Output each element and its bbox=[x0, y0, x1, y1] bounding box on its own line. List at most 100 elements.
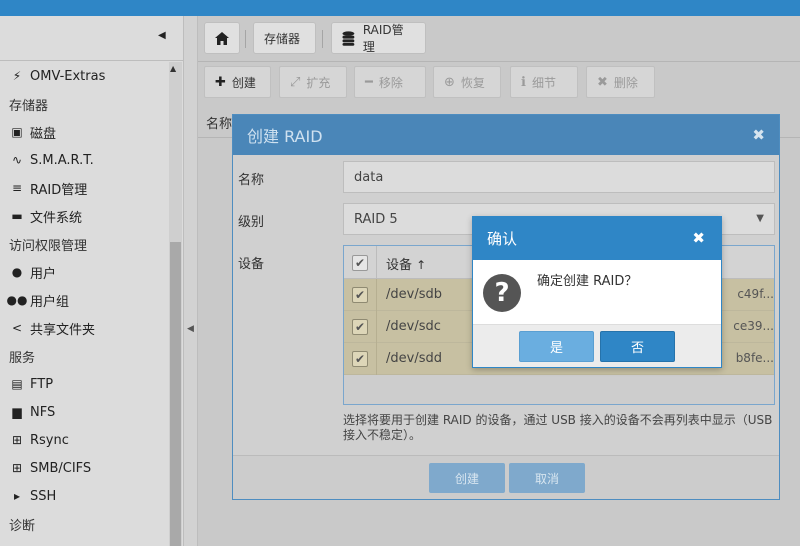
no-button-label: 否 bbox=[630, 341, 644, 356]
info-icon: ℹ bbox=[521, 74, 526, 90]
sidebar-item-raid[interactable]: ≡ RAID管理 bbox=[0, 174, 168, 202]
sidebar-item-s-m-a-r-t[interactable]: ∿ S.M.A.R.T. bbox=[0, 146, 168, 174]
remove-button-label: 移除 bbox=[378, 75, 403, 90]
confirm-body: ? 确定创建 RAID？ bbox=[473, 260, 721, 324]
column-divider bbox=[376, 246, 377, 279]
devices-hint: 选择将要用于创建 RAID 的设备，通过 USB 接入的设备不会再列表中显示（U… bbox=[343, 413, 773, 442]
sidebar-scrollbar[interactable]: ▲ bbox=[169, 62, 182, 546]
confirm-message: 确定创建 RAID？ bbox=[537, 274, 638, 289]
detail-button[interactable]: ℹ 细节 bbox=[510, 66, 578, 98]
sidebar-item-smb-cifs[interactable]: ⊞ SMB/CIFS bbox=[0, 454, 168, 482]
chevron-left-icon[interactable]: ◀ bbox=[158, 30, 166, 41]
server-icon: ▤ bbox=[11, 377, 23, 391]
users-icon: ●● bbox=[6, 293, 28, 307]
disk-icon: ▣ bbox=[11, 125, 23, 139]
column-divider bbox=[376, 343, 377, 375]
device-serial: ce39... bbox=[733, 319, 774, 333]
confirm-title-bar[interactable]: 确认 ✖ bbox=[473, 217, 721, 260]
breadcrumb-storage[interactable]: 存储器 bbox=[253, 22, 316, 54]
level-select-value: RAID 5 bbox=[354, 211, 398, 227]
sidebar-item-omv-extras[interactable]: ⚡ OMV-Extras bbox=[0, 62, 168, 90]
close-icon[interactable]: ✖ bbox=[692, 229, 705, 247]
breadcrumb-raid[interactable]: RAID管理 bbox=[331, 22, 426, 54]
top-banner bbox=[0, 0, 800, 16]
close-icon: ✖ bbox=[597, 74, 608, 90]
yes-button[interactable]: 是 bbox=[519, 331, 594, 362]
select-all-checkbox[interactable]: ✔ bbox=[352, 255, 368, 271]
sidebar-item-label: 文件系统 bbox=[30, 210, 83, 226]
create-raid-submit-label: 创建 bbox=[454, 471, 479, 486]
confirm-dialog: 确认 ✖ ? 确定创建 RAID？ 是 否 bbox=[472, 216, 722, 368]
device-path: /dev/sdd bbox=[386, 351, 442, 366]
sort-ascending-icon: ↑ bbox=[416, 258, 427, 272]
create-button[interactable]: ✚ 创建 bbox=[204, 66, 271, 98]
create-raid-title-bar[interactable]: 创建 RAID ✖ bbox=[233, 115, 779, 155]
breadcrumb-raid-label: RAID管理 bbox=[362, 23, 404, 54]
plus-icon: ✚ bbox=[215, 74, 226, 90]
grow-button[interactable]: ⤢ 扩充 bbox=[279, 66, 347, 98]
recover-button[interactable]: ⊕ 恢复 bbox=[433, 66, 501, 98]
breadcrumb-storage-label: 存储器 bbox=[264, 31, 301, 46]
sidebar-item-ssh[interactable]: ▸ SSH bbox=[0, 482, 168, 510]
name-label: 名称 bbox=[238, 173, 265, 188]
sidebar-item-nfs[interactable]: ▆ NFS bbox=[0, 398, 168, 426]
sidebar-item-label: 用户 bbox=[30, 266, 57, 282]
sidebar-item-section-2[interactable]: ▣ 磁盘 bbox=[0, 118, 168, 146]
sidebar-item-label: 用户组 bbox=[30, 294, 70, 310]
device-checkbox[interactable]: ✔ bbox=[352, 351, 368, 367]
sidebar-section-section-1: 存储器 bbox=[0, 90, 168, 118]
sidebar-section-section-16: 诊断 bbox=[0, 510, 168, 538]
create-raid-cancel-button[interactable]: 取消 bbox=[509, 463, 585, 493]
sidebar-header: ◀ bbox=[0, 16, 183, 61]
yes-button-label: 是 bbox=[549, 341, 563, 356]
remove-button[interactable]: ━ 移除 bbox=[354, 66, 426, 98]
breadcrumb: 存储器 RAID管理 bbox=[198, 16, 800, 62]
splitter-collapse-icon[interactable]: ◀ bbox=[187, 324, 194, 334]
sidebar-item-label: S.M.A.R.T. bbox=[30, 152, 94, 168]
database-icon bbox=[342, 30, 355, 46]
sidebar-item-section-5[interactable]: ▬ 文件系统 bbox=[0, 202, 168, 230]
device-serial: b8fe... bbox=[735, 351, 774, 365]
no-button[interactable]: 否 bbox=[600, 331, 675, 362]
create-raid-submit-button[interactable]: 创建 bbox=[429, 463, 505, 493]
expand-icon: ⤢ bbox=[290, 74, 301, 90]
sidebar-item-section-8[interactable]: ●● 用户组 bbox=[0, 286, 168, 314]
sidebar-item-rsync[interactable]: ⊞ Rsync bbox=[0, 426, 168, 454]
close-icon[interactable]: ✖ bbox=[752, 126, 765, 144]
share-icon: < bbox=[11, 321, 23, 335]
device-column-header[interactable]: 设备 ↑ bbox=[386, 254, 426, 273]
device-serial: c49f... bbox=[737, 287, 774, 301]
sidebar-nav: ⚡ OMV-Extras 存储器 ▣ 磁盘 ∿ S.M.A.R.T. ≡ RAID管理 ▬ 文件系统… bbox=[0, 62, 168, 538]
sidebar-splitter[interactable]: ◀ bbox=[184, 16, 198, 546]
sidebar-item-label: NFS bbox=[30, 404, 56, 420]
chevron-down-icon[interactable]: ▼ bbox=[756, 213, 764, 224]
sidebar-item-section-7[interactable]: ● 用户 bbox=[0, 258, 168, 286]
sidebar-scroll-thumb[interactable] bbox=[170, 242, 181, 546]
device-column-label: 设备 bbox=[386, 258, 413, 273]
plug-icon: ⚡ bbox=[12, 69, 22, 83]
sidebar-item-section-9[interactable]: < 共享文件夹 bbox=[0, 314, 168, 342]
device-path: /dev/sdb bbox=[386, 287, 442, 302]
sidebar-item-label: 共享文件夹 bbox=[30, 322, 96, 338]
recover-button-label: 恢复 bbox=[460, 75, 485, 90]
scroll-up-arrow-icon[interactable]: ▲ bbox=[170, 64, 176, 73]
devices-label: 设备 bbox=[238, 257, 265, 272]
create-raid-footer: 创建 取消 bbox=[233, 455, 779, 499]
sidebar-item-label: 磁盘 bbox=[30, 126, 57, 142]
device-checkbox[interactable]: ✔ bbox=[352, 319, 368, 335]
sidebar-item-ftp[interactable]: ▤ FTP bbox=[0, 370, 168, 398]
breadcrumb-home[interactable] bbox=[204, 22, 240, 54]
sidebar-item-label: Rsync bbox=[30, 432, 69, 448]
name-field[interactable]: data bbox=[343, 161, 775, 193]
sidebar-item-label: 存储器 bbox=[9, 98, 49, 114]
sidebar: ◀ ⚡ OMV-Extras 存储器 ▣ 磁盘 ∿ S.M.A.R.T. ≡ RAID管理 ▬ 文件… bbox=[0, 16, 184, 546]
delete-button[interactable]: ✖ 删除 bbox=[586, 66, 655, 98]
sidebar-item-label: SMB/CIFS bbox=[30, 460, 92, 476]
detail-button-label: 细节 bbox=[531, 75, 556, 90]
delete-button-label: 删除 bbox=[613, 75, 638, 90]
windows-icon: ⊞ bbox=[11, 461, 23, 475]
device-checkbox[interactable]: ✔ bbox=[352, 287, 368, 303]
medkit-icon: ⊕ bbox=[444, 74, 455, 90]
confirm-title: 确认 bbox=[487, 230, 518, 248]
grid-column-name[interactable]: 名称 bbox=[206, 113, 232, 132]
